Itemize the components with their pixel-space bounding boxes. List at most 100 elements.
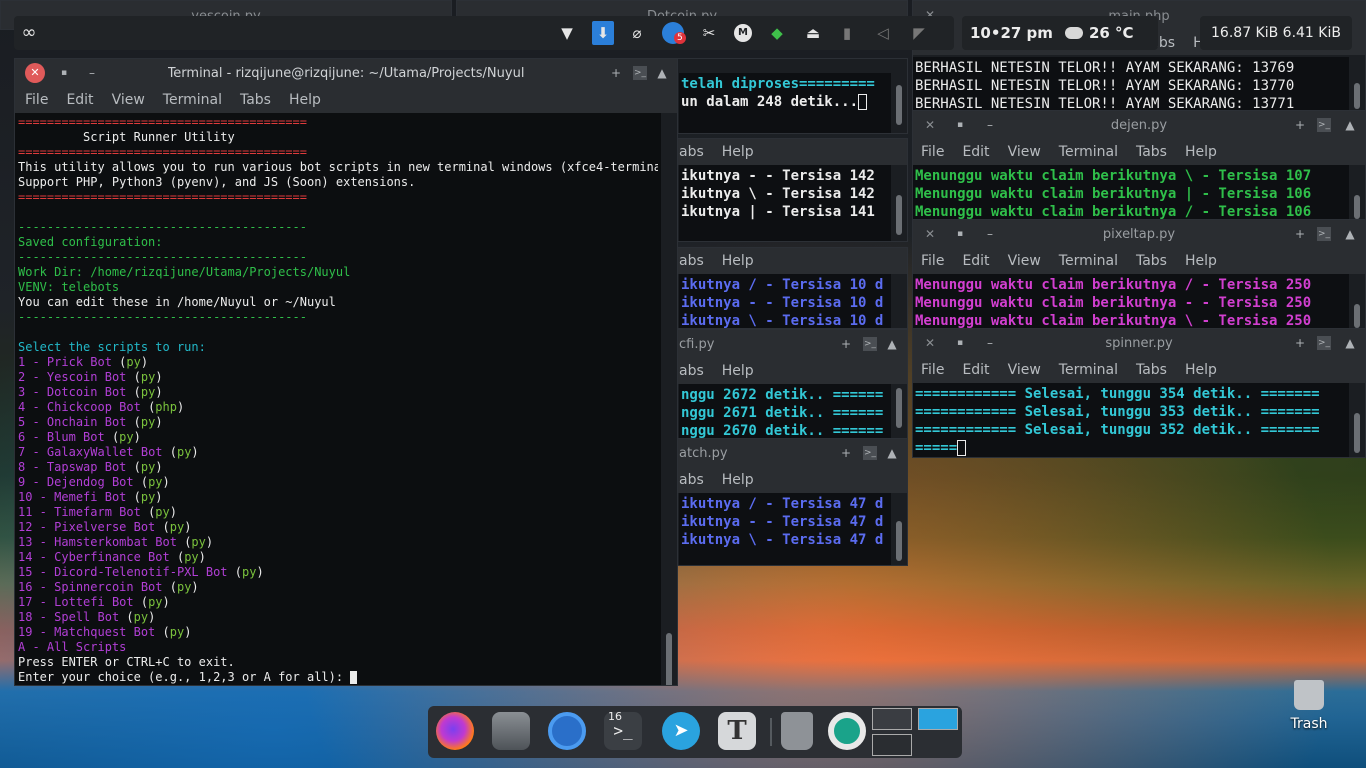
- cfi-window[interactable]: cfi.py + >_ ▲ abs Help nggu 2672 detik..…: [660, 329, 908, 439]
- menu-help[interactable]: Help: [722, 144, 754, 160]
- menu-help[interactable]: Help: [1185, 362, 1217, 378]
- new-tab-icon[interactable]: +: [839, 446, 853, 460]
- titlebar[interactable]: ✕ ▪ – dejen.py + >_ ▲: [913, 111, 1365, 139]
- muted-speaker-icon[interactable]: ◁: [874, 24, 892, 42]
- terminal-window-3[interactable]: abs Help ikutnya / - Tersisa 10 d ikutny…: [660, 247, 908, 329]
- terminal-icon[interactable]: >_: [1317, 118, 1331, 132]
- clock-widget[interactable]: 10•27 pm 26 °C: [962, 16, 1158, 50]
- network-speed[interactable]: 16.87 KiB 6.41 KiB: [1200, 16, 1352, 50]
- desktop-trash[interactable]: Trash: [1284, 680, 1334, 740]
- menu-file[interactable]: File: [921, 362, 944, 378]
- menu-help[interactable]: Help: [722, 363, 754, 379]
- maximize-icon[interactable]: ▪: [57, 66, 71, 80]
- trash-dock-icon[interactable]: [781, 712, 813, 750]
- close-icon[interactable]: ✕: [25, 63, 45, 83]
- preview-telegram-icon[interactable]: [918, 708, 958, 730]
- menu-help[interactable]: Help: [722, 253, 754, 269]
- collapse-icon[interactable]: ▲: [885, 446, 899, 460]
- titlebar[interactable]: atch.py + >_ ▲: [661, 439, 907, 467]
- dotcoin-window[interactable]: telah diproses========= un dalam 248 det…: [660, 58, 908, 134]
- scissors-icon[interactable]: ✂: [700, 24, 718, 42]
- collapse-icon[interactable]: ▲: [1343, 227, 1357, 241]
- main-terminal-window[interactable]: ✕ ▪ – Terminal - rizqijune@rizqijune: ~/…: [14, 58, 678, 686]
- minimize-icon[interactable]: –: [85, 66, 99, 80]
- chromium-icon[interactable]: [548, 712, 586, 750]
- menu-tabs[interactable]: abs: [679, 472, 704, 488]
- window-previews[interactable]: [872, 708, 958, 756]
- menu-help[interactable]: Help: [722, 472, 754, 488]
- minimize-icon[interactable]: –: [983, 118, 997, 132]
- titlebar[interactable]: ✕ ▪ – Terminal - rizqijune@rizqijune: ~/…: [15, 59, 677, 87]
- collapse-icon[interactable]: ▲: [885, 337, 899, 351]
- paperclip-icon[interactable]: ⌀: [628, 24, 646, 42]
- spinner-window[interactable]: ✕ ▪ – spinner.py + >_ ▲ File Edit View T…: [912, 328, 1366, 458]
- input-prompt[interactable]: Enter your choice (e.g., 1,2,3 or A for …: [18, 670, 658, 685]
- clipboard-icon[interactable]: ▮: [838, 24, 856, 42]
- app-menu-icon[interactable]: ∞: [20, 24, 38, 42]
- menu-edit[interactable]: Edit: [962, 253, 989, 269]
- menu-edit[interactable]: Edit: [66, 92, 93, 108]
- titlebar[interactable]: ✕ ▪ – pixeltap.py + >_ ▲: [913, 220, 1365, 248]
- matchquest-window[interactable]: atch.py + >_ ▲ abs Help ikutnya / - Ters…: [660, 438, 908, 566]
- titlebar[interactable]: cfi.py + >_ ▲: [661, 330, 907, 358]
- menu-tabs[interactable]: Tabs: [1136, 253, 1167, 269]
- menu-terminal[interactable]: Terminal: [163, 92, 222, 108]
- new-tab-icon[interactable]: +: [1293, 118, 1307, 132]
- menu-terminal[interactable]: Terminal: [1059, 362, 1118, 378]
- preview-terminal-icon[interactable]: [872, 734, 912, 756]
- aperture-icon[interactable]: [828, 712, 866, 750]
- terminal-icon[interactable]: >_: [633, 66, 647, 80]
- menu-tabs[interactable]: Tabs: [240, 92, 271, 108]
- firefox-icon[interactable]: [436, 712, 474, 750]
- menu-file[interactable]: File: [921, 144, 944, 160]
- scrollbar[interactable]: [661, 113, 677, 685]
- menu-view[interactable]: View: [1008, 253, 1041, 269]
- typora-icon[interactable]: T: [718, 712, 756, 750]
- m-logo-icon[interactable]: M: [734, 24, 752, 42]
- terminal-icon[interactable]: >_: [1317, 227, 1331, 241]
- file-manager-icon[interactable]: [492, 712, 530, 750]
- menu-terminal[interactable]: Terminal: [1059, 144, 1118, 160]
- collapse-icon[interactable]: ▲: [655, 66, 669, 80]
- new-tab-icon[interactable]: +: [1293, 227, 1307, 241]
- wifi-icon[interactable]: ▼: [558, 24, 576, 42]
- minimize-icon[interactable]: –: [983, 336, 997, 350]
- collapse-icon[interactable]: ▲: [1343, 118, 1357, 132]
- terminal-icon[interactable]: >_: [863, 446, 877, 460]
- menu-tabs[interactable]: Tabs: [1136, 144, 1167, 160]
- new-tab-icon[interactable]: +: [609, 66, 623, 80]
- close-icon[interactable]: ✕: [923, 227, 937, 241]
- telegram-icon[interactable]: ➤: [662, 712, 700, 750]
- collapse-icon[interactable]: ▲: [1343, 336, 1357, 350]
- terminal-icon[interactable]: >_: [863, 337, 877, 351]
- menu-help[interactable]: Help: [1185, 253, 1217, 269]
- pixeltap-window[interactable]: ✕ ▪ – pixeltap.py + >_ ▲ File Edit View …: [912, 219, 1366, 329]
- menu-help[interactable]: Help: [289, 92, 321, 108]
- menu-tabs[interactable]: abs: [679, 363, 704, 379]
- terminal-window-2[interactable]: abs Help ikutnya - - Tersisa 142 ikutnya…: [660, 138, 908, 242]
- dejen-window[interactable]: ✕ ▪ – dejen.py + >_ ▲ File Edit View Ter…: [912, 110, 1366, 220]
- menu-view[interactable]: View: [1008, 144, 1041, 160]
- menu-tabs[interactable]: abs: [679, 253, 704, 269]
- menu-tabs[interactable]: abs: [679, 144, 704, 160]
- menu-file[interactable]: File: [25, 92, 48, 108]
- menu-help[interactable]: Help: [1185, 144, 1217, 160]
- titlebar[interactable]: ✕ ▪ – spinner.py + >_ ▲: [913, 329, 1365, 357]
- menu-terminal[interactable]: Terminal: [1059, 253, 1118, 269]
- eject-icon[interactable]: ⏏: [804, 24, 822, 42]
- minimize-icon[interactable]: –: [983, 227, 997, 241]
- close-icon[interactable]: ✕: [923, 118, 937, 132]
- menu-view[interactable]: View: [112, 92, 145, 108]
- download-icon[interactable]: ⬇: [592, 21, 614, 45]
- preview-typora-icon[interactable]: [872, 708, 912, 730]
- notification-bell-icon[interactable]: ◤: [910, 24, 928, 42]
- new-tab-icon[interactable]: +: [839, 337, 853, 351]
- menu-edit[interactable]: Edit: [962, 144, 989, 160]
- menu-edit[interactable]: Edit: [962, 362, 989, 378]
- maximize-icon[interactable]: ▪: [953, 336, 967, 350]
- package-icon[interactable]: ◆: [768, 24, 786, 42]
- menu-file[interactable]: File: [921, 253, 944, 269]
- terminal-icon[interactable]: >_: [1317, 336, 1331, 350]
- menu-view[interactable]: View: [1008, 362, 1041, 378]
- maximize-icon[interactable]: ▪: [953, 227, 967, 241]
